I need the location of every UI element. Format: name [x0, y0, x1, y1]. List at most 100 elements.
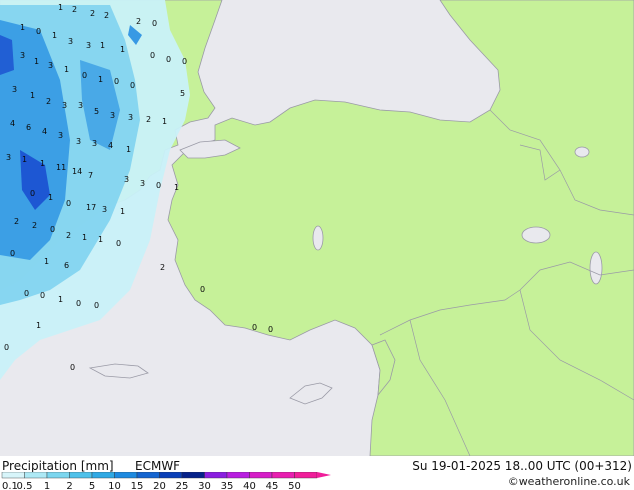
precip-value-label: 0: [130, 81, 135, 90]
scale-label: 45: [266, 481, 279, 490]
scale-label: 5: [89, 481, 95, 490]
precip-value-label: 0: [116, 239, 121, 248]
precip-value-label: 3: [92, 139, 97, 148]
precip-value-label: 5: [180, 89, 185, 98]
precip-value-label: 0: [4, 343, 9, 352]
precip-value-label: 1: [58, 295, 63, 304]
precip-value-label: 2: [90, 9, 95, 18]
lake-van: [521, 226, 551, 244]
precip-value-label: 0: [76, 299, 81, 308]
precipitation-map: 1 2 2 21 0 13 3 1 12 00 0 031 3 10 1 0 0312 3 35 3 3 2 154 6 4 33…: [0, 0, 634, 456]
precip-value-label: 1: [120, 207, 125, 216]
precip-value-label: 3: [6, 153, 11, 162]
precip-value-label: 1: [100, 41, 105, 50]
precip-value-label: 1: [126, 145, 131, 154]
scale-label: 0.5: [17, 481, 33, 490]
scale-swatch: [69, 472, 93, 479]
precip-value-label: 4: [10, 119, 15, 128]
precip-value-label: 0: [10, 249, 15, 258]
precip-value-label: 4: [42, 127, 47, 136]
scale-label: 20: [153, 481, 166, 490]
precip-value-label: 0: [156, 181, 161, 190]
precip-value-label: 1: [82, 233, 87, 242]
precip-value-label: 0: [150, 51, 155, 60]
precip-value-label: 1: [20, 23, 25, 32]
precip-value-label: 2: [32, 221, 37, 230]
scale-label: 35: [221, 481, 234, 490]
scale-swatch: [294, 472, 318, 479]
precip-value-label: 17: [86, 203, 96, 212]
precip-value-label: 0: [166, 55, 171, 64]
scale-swatch: [91, 472, 115, 479]
precip-value-label: 0: [36, 27, 41, 36]
scale-label: 1: [44, 481, 50, 490]
credit-link[interactable]: ©weatheronline.co.uk: [508, 475, 630, 488]
precip-value-label: 0: [182, 57, 187, 66]
precip-value-label: 0: [30, 189, 35, 198]
precip-value-label: 1: [52, 31, 57, 40]
precip-value-label: 3: [62, 101, 67, 110]
scale-swatch: [1, 472, 25, 479]
precip-value-label: 1: [120, 45, 125, 54]
precip-value-label: 0: [40, 291, 45, 300]
scale-swatch: [271, 472, 295, 479]
precip-value-label: 0: [82, 71, 87, 80]
precip-value-label: 0: [70, 363, 75, 372]
precip-value-label: 2: [160, 263, 165, 272]
precip-value-label: 5: [94, 107, 99, 116]
precip-value-label: 3: [58, 131, 63, 140]
precip-value-label: 1: [40, 159, 45, 168]
precip-value-label: 3: [76, 137, 81, 146]
precip-value-label: 0: [252, 323, 257, 332]
scale-label: 30: [198, 481, 211, 490]
precip-value-label: 3: [140, 179, 145, 188]
scale-swatch: [136, 472, 160, 479]
scale-label: 0.1: [2, 481, 18, 490]
precip-value-label: 1: [44, 257, 49, 266]
precip-value-label: 1: [174, 183, 179, 192]
precip-value-label: 1: [36, 321, 41, 330]
scale-swatch: [46, 472, 70, 479]
precip-value-label: 7: [88, 171, 93, 180]
scale-label: 40: [243, 481, 256, 490]
precip-value-label: 0: [268, 325, 273, 334]
scale-swatch: [159, 472, 183, 479]
lake-sevan: [574, 146, 590, 158]
precip-value-label: 6: [26, 123, 31, 132]
precip-value-label: 3: [110, 111, 115, 120]
precip-value-label: 1: [30, 91, 35, 100]
precip-value-label: 0: [152, 19, 157, 28]
scale-swatch: [181, 472, 205, 479]
precip-value-label: 2: [72, 5, 77, 14]
legend-title: Precipitation [mm]: [2, 459, 114, 473]
precip-value-label: 2: [14, 217, 19, 226]
precip-value-label: 1: [64, 65, 69, 74]
color-scale: 0.10.5 1 2 5 10 15 20 25 30 35 40 45 50: [1, 472, 331, 490]
precip-value-label: 3: [12, 85, 17, 94]
scale-label: 15: [131, 481, 144, 490]
precip-value-label: 3: [128, 113, 133, 122]
scale-label: 25: [176, 481, 189, 490]
precip-value-label: 3: [124, 175, 129, 184]
precip-value-label: 3: [78, 101, 83, 110]
scale-label: 50: [288, 481, 301, 490]
precip-value-label: 2: [136, 17, 141, 26]
precip-value-label: 11: [56, 163, 66, 172]
precip-value-label: 1: [48, 193, 53, 202]
precip-value-label: 1: [34, 57, 39, 66]
precip-value-label: 1: [58, 3, 63, 12]
scale-swatch: [24, 472, 48, 479]
precip-value-label: 0: [50, 225, 55, 234]
precip-value-label: 1: [22, 155, 27, 164]
lake-urmia: [589, 251, 603, 285]
precip-value-label: 0: [200, 285, 205, 294]
scale-arrow: [317, 472, 331, 478]
scale-swatch: [226, 472, 250, 479]
precip-value-label: 3: [68, 37, 73, 46]
precip-value-label: 0: [24, 289, 29, 298]
precip-value-label: 0: [114, 77, 119, 86]
precip-value-label: 1: [98, 75, 103, 84]
precip-value-label: 3: [86, 41, 91, 50]
precip-value-label: 1: [98, 235, 103, 244]
precip-value-label: 2: [104, 11, 109, 20]
